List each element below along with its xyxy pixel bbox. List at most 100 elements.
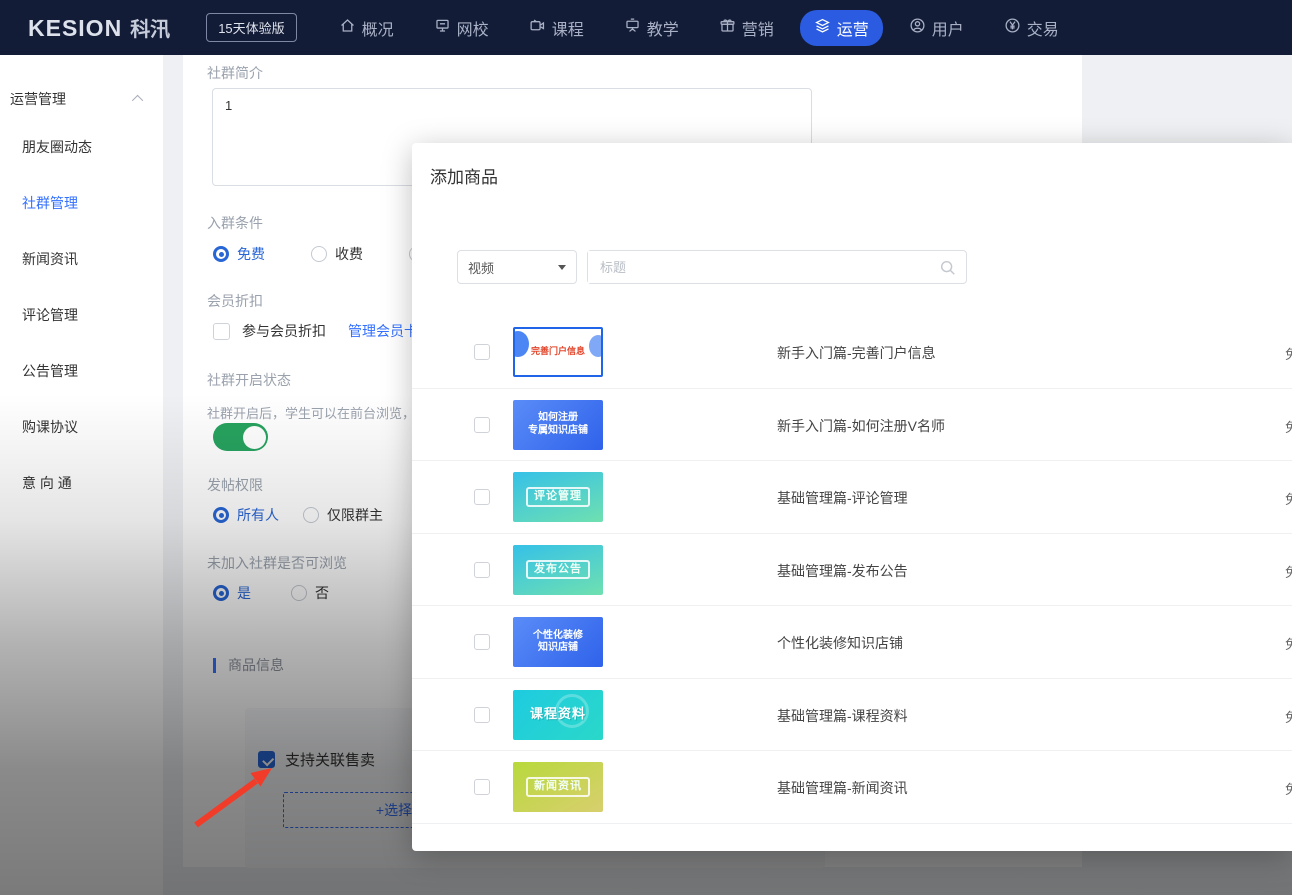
nav-item-label: 营销: [742, 16, 774, 40]
linked-sale-label[interactable]: 支持关联售卖: [285, 749, 375, 770]
sidebar-item-intent[interactable]: 意 向 通: [0, 455, 163, 511]
product-row[interactable]: 发布公告 基础管理篇-发布公告 免费: [412, 534, 1292, 607]
product-row[interactable]: 如何注册 专属知识店铺 新手入门篇-如何注册V名师 免费: [412, 389, 1292, 462]
thumb-decoration: [513, 331, 529, 357]
thumb-caption: 发布公告: [526, 560, 590, 580]
nav-item-school[interactable]: 网校: [420, 10, 503, 46]
radio-free-label[interactable]: 免费: [237, 244, 265, 264]
post-permission-radios: 所有人 仅限群主: [213, 505, 383, 525]
product-row[interactable]: 课程资料 基础管理篇-课程资料 免费: [412, 679, 1292, 752]
main-nav: 概况 网校 课程 教学 营销 运营 用户 交易: [319, 10, 1079, 46]
app-logo[interactable]: KESION 科汛: [28, 13, 170, 42]
product-title: 基础管理篇-发布公告: [777, 561, 908, 581]
radio-paid[interactable]: [311, 246, 327, 262]
transactions-icon: [1004, 17, 1021, 39]
row-checkbox[interactable]: [474, 489, 490, 505]
discount-checkbox-label[interactable]: 参与会员折扣: [242, 321, 326, 341]
product-price: 免费: [1285, 562, 1292, 581]
thumb-caption: 新闻资讯: [526, 777, 590, 797]
thumb-caption: 如何注册: [538, 412, 578, 425]
thumb-caption: 个性化装修: [533, 630, 583, 643]
search-icon[interactable]: [939, 259, 957, 282]
product-row[interactable]: 评论管理 基础管理篇-评论管理 免费: [412, 461, 1292, 534]
nav-item-label: 概况: [362, 16, 394, 40]
radio-no[interactable]: [291, 585, 307, 601]
video-thumbnail: 完善门户信息: [513, 327, 603, 377]
nav-item-label: 课程: [552, 16, 584, 40]
radio-paid-label[interactable]: 收费: [335, 244, 363, 264]
sidebar-item-purchase-agreement[interactable]: 购课协议: [0, 399, 163, 455]
row-checkbox[interactable]: [474, 634, 490, 650]
open-status-toggle[interactable]: [213, 423, 268, 451]
product-price: 免费: [1285, 417, 1292, 436]
sidebar-item-comments[interactable]: 评论管理: [0, 287, 163, 343]
thumb-caption: 评论管理: [526, 487, 590, 507]
type-filter-value: 视频: [468, 258, 494, 277]
sidebar: 运营管理 朋友圈动态 社群管理 新闻资讯 评论管理 公告管理 购课协议 意 向 …: [0, 55, 163, 895]
title-search-input[interactable]: [588, 251, 928, 283]
thumb-caption: 知识店铺: [538, 642, 578, 655]
radio-yes-label[interactable]: 是: [237, 583, 251, 603]
type-filter-select[interactable]: 视频: [457, 250, 577, 284]
video-thumbnail: 课程资料: [513, 690, 603, 740]
operations-icon: [814, 17, 831, 39]
product-info-title: 商品信息: [228, 655, 284, 675]
product-title: 个性化装修知识店铺: [777, 633, 903, 653]
product-title: 新手入门篇-完善门户信息: [777, 343, 936, 363]
product-price: 免费: [1285, 779, 1292, 798]
sidebar-item-moments[interactable]: 朋友圈动态: [0, 119, 163, 175]
radio-no-label[interactable]: 否: [315, 583, 329, 603]
product-row[interactable]: 个性化装修 知识店铺 个性化装修知识店铺 免费: [412, 606, 1292, 679]
product-row[interactable]: 完善门户信息 新手入门篇-完善门户信息 免费: [412, 316, 1292, 389]
join-condition-label: 入群条件: [207, 213, 263, 233]
product-info-section-header: 商品信息: [213, 655, 284, 675]
nav-item-label: 用户: [932, 16, 964, 40]
discount-checkbox[interactable]: [213, 323, 230, 340]
linked-sale-row: 支持关联售卖: [258, 749, 375, 770]
nav-item-courses[interactable]: 课程: [515, 10, 598, 46]
nav-item-teaching[interactable]: 教学: [610, 10, 693, 46]
radio-owner-only[interactable]: [303, 507, 319, 523]
home-icon: [339, 17, 356, 39]
radio-everyone[interactable]: [213, 507, 229, 523]
row-checkbox[interactable]: [474, 417, 490, 433]
radio-yes[interactable]: [213, 585, 229, 601]
linked-sale-checkbox[interactable]: [258, 751, 275, 768]
nav-item-transactions[interactable]: 交易: [990, 10, 1073, 46]
product-row[interactable]: 新闻资讯 基础管理篇-新闻资讯 免费: [412, 751, 1292, 824]
product-price: 免费: [1285, 489, 1292, 508]
radio-everyone-label[interactable]: 所有人: [237, 505, 279, 525]
radio-owner-only-label[interactable]: 仅限群主: [327, 505, 383, 525]
post-permission-label: 发帖权限: [207, 475, 263, 495]
member-discount-row: 参与会员折扣 管理会员卡: [213, 321, 418, 341]
product-title: 基础管理篇-评论管理: [777, 488, 908, 508]
modal-title: 添加商品: [430, 163, 498, 188]
caret-down-icon: [558, 265, 566, 270]
nav-item-marketing[interactable]: 营销: [705, 10, 788, 46]
manage-member-card-link[interactable]: 管理会员卡: [348, 321, 418, 341]
video-thumbnail: 评论管理: [513, 472, 603, 522]
school-icon: [434, 17, 451, 39]
row-checkbox[interactable]: [474, 562, 490, 578]
sidebar-group-operations[interactable]: 运营管理: [0, 55, 163, 119]
row-checkbox[interactable]: [474, 344, 490, 360]
thumb-caption: 专属知识店铺: [528, 425, 588, 438]
product-title: 基础管理篇-课程资料: [777, 706, 908, 726]
join-condition-radios: 免费 收费: [213, 244, 425, 264]
nav-item-users[interactable]: 用户: [895, 10, 978, 46]
trial-version-badge: 15天体验版: [206, 13, 296, 42]
radio-free[interactable]: [213, 246, 229, 262]
users-icon: [909, 17, 926, 39]
logo-text-cn: 科汛: [130, 13, 170, 42]
search-box: [587, 250, 967, 284]
nav-item-operations[interactable]: 运营: [800, 10, 883, 46]
teaching-icon: [624, 17, 641, 39]
nav-item-overview[interactable]: 概况: [325, 10, 408, 46]
sidebar-item-news[interactable]: 新闻资讯: [0, 231, 163, 287]
product-title: 新手入门篇-如何注册V名师: [777, 416, 945, 436]
video-thumbnail: 如何注册 专属知识店铺: [513, 400, 603, 450]
sidebar-item-community[interactable]: 社群管理: [0, 175, 163, 231]
row-checkbox[interactable]: [474, 779, 490, 795]
sidebar-item-announcements[interactable]: 公告管理: [0, 343, 163, 399]
row-checkbox[interactable]: [474, 707, 490, 723]
